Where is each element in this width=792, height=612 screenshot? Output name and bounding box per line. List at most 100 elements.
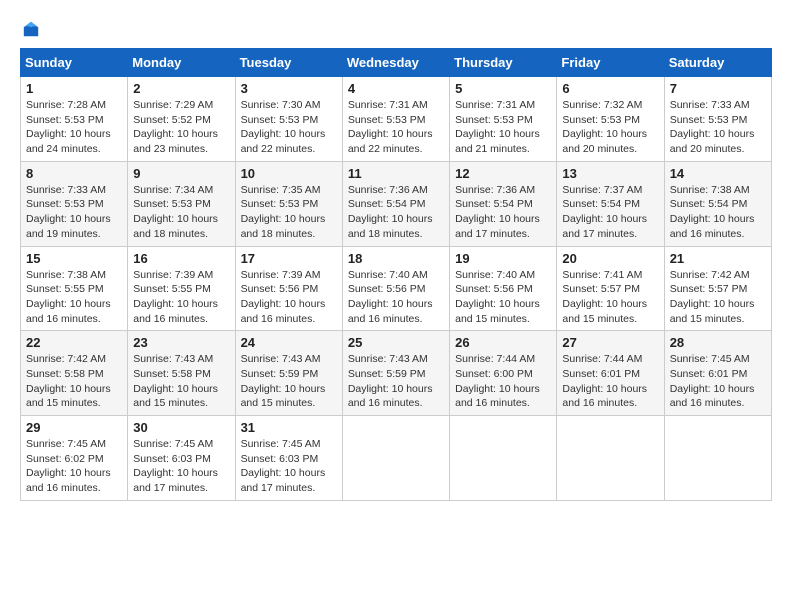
day-number: 25 xyxy=(348,335,444,350)
calendar-cell: 6 Sunrise: 7:32 AM Sunset: 5:53 PM Dayli… xyxy=(557,77,664,162)
calendar-cell: 11 Sunrise: 7:36 AM Sunset: 5:54 PM Dayl… xyxy=(342,161,449,246)
calendar-cell: 8 Sunrise: 7:33 AM Sunset: 5:53 PM Dayli… xyxy=(21,161,128,246)
day-number: 3 xyxy=(241,81,337,96)
day-info: Sunrise: 7:37 AM Sunset: 5:54 PM Dayligh… xyxy=(562,183,658,242)
calendar-cell: 10 Sunrise: 7:35 AM Sunset: 5:53 PM Dayl… xyxy=(235,161,342,246)
calendar-cell: 20 Sunrise: 7:41 AM Sunset: 5:57 PM Dayl… xyxy=(557,246,664,331)
calendar-cell: 16 Sunrise: 7:39 AM Sunset: 5:55 PM Dayl… xyxy=(128,246,235,331)
logo-icon xyxy=(22,20,40,38)
calendar-cell xyxy=(342,416,449,501)
day-number: 1 xyxy=(26,81,122,96)
day-number: 28 xyxy=(670,335,766,350)
calendar-header-row: SundayMondayTuesdayWednesdayThursdayFrid… xyxy=(21,49,772,77)
day-info: Sunrise: 7:45 AM Sunset: 6:03 PM Dayligh… xyxy=(241,437,337,496)
day-info: Sunrise: 7:43 AM Sunset: 5:58 PM Dayligh… xyxy=(133,352,229,411)
day-number: 20 xyxy=(562,251,658,266)
calendar-cell: 1 Sunrise: 7:28 AM Sunset: 5:53 PM Dayli… xyxy=(21,77,128,162)
calendar-week-row: 15 Sunrise: 7:38 AM Sunset: 5:55 PM Dayl… xyxy=(21,246,772,331)
logo xyxy=(20,20,40,38)
calendar-week-row: 22 Sunrise: 7:42 AM Sunset: 5:58 PM Dayl… xyxy=(21,331,772,416)
day-number: 12 xyxy=(455,166,551,181)
calendar-cell: 18 Sunrise: 7:40 AM Sunset: 5:56 PM Dayl… xyxy=(342,246,449,331)
weekday-header-monday: Monday xyxy=(128,49,235,77)
day-info: Sunrise: 7:31 AM Sunset: 5:53 PM Dayligh… xyxy=(455,98,551,157)
day-info: Sunrise: 7:40 AM Sunset: 5:56 PM Dayligh… xyxy=(455,268,551,327)
calendar-cell: 31 Sunrise: 7:45 AM Sunset: 6:03 PM Dayl… xyxy=(235,416,342,501)
day-number: 29 xyxy=(26,420,122,435)
calendar-cell: 17 Sunrise: 7:39 AM Sunset: 5:56 PM Dayl… xyxy=(235,246,342,331)
calendar-cell: 14 Sunrise: 7:38 AM Sunset: 5:54 PM Dayl… xyxy=(664,161,771,246)
calendar-cell: 13 Sunrise: 7:37 AM Sunset: 5:54 PM Dayl… xyxy=(557,161,664,246)
day-info: Sunrise: 7:40 AM Sunset: 5:56 PM Dayligh… xyxy=(348,268,444,327)
day-info: Sunrise: 7:38 AM Sunset: 5:54 PM Dayligh… xyxy=(670,183,766,242)
day-number: 16 xyxy=(133,251,229,266)
calendar-cell xyxy=(664,416,771,501)
day-info: Sunrise: 7:34 AM Sunset: 5:53 PM Dayligh… xyxy=(133,183,229,242)
day-info: Sunrise: 7:31 AM Sunset: 5:53 PM Dayligh… xyxy=(348,98,444,157)
day-number: 22 xyxy=(26,335,122,350)
day-info: Sunrise: 7:36 AM Sunset: 5:54 PM Dayligh… xyxy=(455,183,551,242)
day-info: Sunrise: 7:28 AM Sunset: 5:53 PM Dayligh… xyxy=(26,98,122,157)
weekday-header-tuesday: Tuesday xyxy=(235,49,342,77)
calendar-cell: 9 Sunrise: 7:34 AM Sunset: 5:53 PM Dayli… xyxy=(128,161,235,246)
calendar-week-row: 29 Sunrise: 7:45 AM Sunset: 6:02 PM Dayl… xyxy=(21,416,772,501)
day-info: Sunrise: 7:43 AM Sunset: 5:59 PM Dayligh… xyxy=(348,352,444,411)
day-number: 17 xyxy=(241,251,337,266)
day-number: 27 xyxy=(562,335,658,350)
day-number: 19 xyxy=(455,251,551,266)
calendar-cell: 28 Sunrise: 7:45 AM Sunset: 6:01 PM Dayl… xyxy=(664,331,771,416)
day-info: Sunrise: 7:32 AM Sunset: 5:53 PM Dayligh… xyxy=(562,98,658,157)
calendar-cell: 30 Sunrise: 7:45 AM Sunset: 6:03 PM Dayl… xyxy=(128,416,235,501)
day-info: Sunrise: 7:33 AM Sunset: 5:53 PM Dayligh… xyxy=(670,98,766,157)
day-info: Sunrise: 7:44 AM Sunset: 6:01 PM Dayligh… xyxy=(562,352,658,411)
weekday-header-saturday: Saturday xyxy=(664,49,771,77)
calendar-cell: 5 Sunrise: 7:31 AM Sunset: 5:53 PM Dayli… xyxy=(450,77,557,162)
calendar-cell: 12 Sunrise: 7:36 AM Sunset: 5:54 PM Dayl… xyxy=(450,161,557,246)
calendar-cell: 7 Sunrise: 7:33 AM Sunset: 5:53 PM Dayli… xyxy=(664,77,771,162)
calendar-cell: 2 Sunrise: 7:29 AM Sunset: 5:52 PM Dayli… xyxy=(128,77,235,162)
day-number: 4 xyxy=(348,81,444,96)
day-number: 18 xyxy=(348,251,444,266)
day-number: 2 xyxy=(133,81,229,96)
calendar-table: SundayMondayTuesdayWednesdayThursdayFrid… xyxy=(20,48,772,501)
calendar-cell: 15 Sunrise: 7:38 AM Sunset: 5:55 PM Dayl… xyxy=(21,246,128,331)
day-info: Sunrise: 7:36 AM Sunset: 5:54 PM Dayligh… xyxy=(348,183,444,242)
day-number: 10 xyxy=(241,166,337,181)
weekday-header-sunday: Sunday xyxy=(21,49,128,77)
day-info: Sunrise: 7:39 AM Sunset: 5:55 PM Dayligh… xyxy=(133,268,229,327)
day-info: Sunrise: 7:45 AM Sunset: 6:02 PM Dayligh… xyxy=(26,437,122,496)
day-number: 8 xyxy=(26,166,122,181)
weekday-header-friday: Friday xyxy=(557,49,664,77)
day-info: Sunrise: 7:42 AM Sunset: 5:58 PM Dayligh… xyxy=(26,352,122,411)
day-info: Sunrise: 7:43 AM Sunset: 5:59 PM Dayligh… xyxy=(241,352,337,411)
calendar-cell: 19 Sunrise: 7:40 AM Sunset: 5:56 PM Dayl… xyxy=(450,246,557,331)
calendar-cell: 27 Sunrise: 7:44 AM Sunset: 6:01 PM Dayl… xyxy=(557,331,664,416)
day-info: Sunrise: 7:38 AM Sunset: 5:55 PM Dayligh… xyxy=(26,268,122,327)
day-info: Sunrise: 7:45 AM Sunset: 6:01 PM Dayligh… xyxy=(670,352,766,411)
calendar-week-row: 8 Sunrise: 7:33 AM Sunset: 5:53 PM Dayli… xyxy=(21,161,772,246)
calendar-cell: 4 Sunrise: 7:31 AM Sunset: 5:53 PM Dayli… xyxy=(342,77,449,162)
calendar-cell: 24 Sunrise: 7:43 AM Sunset: 5:59 PM Dayl… xyxy=(235,331,342,416)
calendar-cell: 23 Sunrise: 7:43 AM Sunset: 5:58 PM Dayl… xyxy=(128,331,235,416)
day-info: Sunrise: 7:45 AM Sunset: 6:03 PM Dayligh… xyxy=(133,437,229,496)
day-number: 7 xyxy=(670,81,766,96)
day-number: 9 xyxy=(133,166,229,181)
day-number: 30 xyxy=(133,420,229,435)
day-number: 21 xyxy=(670,251,766,266)
weekday-header-wednesday: Wednesday xyxy=(342,49,449,77)
day-info: Sunrise: 7:30 AM Sunset: 5:53 PM Dayligh… xyxy=(241,98,337,157)
day-info: Sunrise: 7:33 AM Sunset: 5:53 PM Dayligh… xyxy=(26,183,122,242)
day-number: 13 xyxy=(562,166,658,181)
day-number: 31 xyxy=(241,420,337,435)
day-number: 26 xyxy=(455,335,551,350)
calendar-cell: 29 Sunrise: 7:45 AM Sunset: 6:02 PM Dayl… xyxy=(21,416,128,501)
calendar-cell: 26 Sunrise: 7:44 AM Sunset: 6:00 PM Dayl… xyxy=(450,331,557,416)
day-info: Sunrise: 7:39 AM Sunset: 5:56 PM Dayligh… xyxy=(241,268,337,327)
weekday-header-thursday: Thursday xyxy=(450,49,557,77)
day-info: Sunrise: 7:29 AM Sunset: 5:52 PM Dayligh… xyxy=(133,98,229,157)
calendar-week-row: 1 Sunrise: 7:28 AM Sunset: 5:53 PM Dayli… xyxy=(21,77,772,162)
calendar-cell: 22 Sunrise: 7:42 AM Sunset: 5:58 PM Dayl… xyxy=(21,331,128,416)
calendar-cell xyxy=(450,416,557,501)
day-info: Sunrise: 7:44 AM Sunset: 6:00 PM Dayligh… xyxy=(455,352,551,411)
day-number: 23 xyxy=(133,335,229,350)
